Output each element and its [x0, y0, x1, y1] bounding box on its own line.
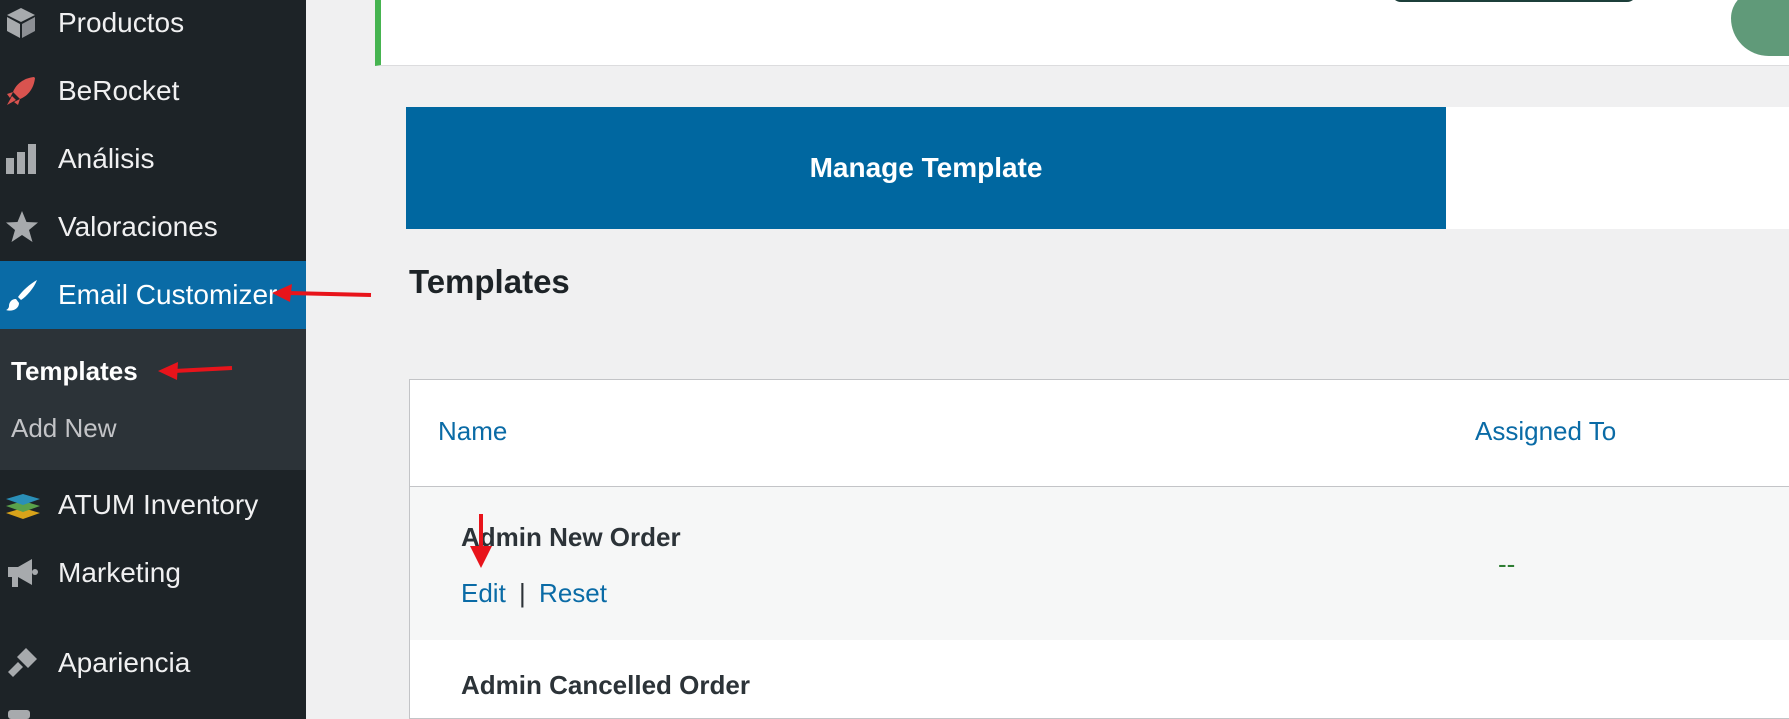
submenu-item-add-new[interactable]: Add New	[11, 413, 117, 444]
templates-table: Name Assigned To Admin New Order Edit | …	[409, 379, 1789, 719]
menu-item-label: Marketing	[58, 557, 181, 588]
edit-link[interactable]: Edit	[461, 578, 506, 608]
button-fragment[interactable]	[1391, 0, 1637, 2]
menu-item-label: ATUM Inventory	[58, 489, 259, 520]
menu-item-label: Productos	[58, 7, 185, 38]
menu-item-label: Valoraciones	[58, 211, 218, 242]
table-row: Admin New Order Edit | Reset --	[410, 487, 1789, 640]
menu-item-valoraciones[interactable]: Valoraciones	[0, 193, 306, 261]
layers-icon	[0, 471, 58, 539]
menu-item-analisis[interactable]: Análisis	[0, 125, 306, 193]
tab-area-right	[1446, 107, 1789, 229]
assigned-to-value: --	[1498, 549, 1516, 579]
top-notice-panel	[375, 0, 1789, 66]
menu-item-label: Apariencia	[58, 647, 191, 678]
star-icon	[0, 193, 58, 261]
action-separator: |	[519, 578, 526, 608]
paint-roller-icon	[0, 629, 58, 697]
column-header-assigned-to[interactable]: Assigned To	[1475, 416, 1616, 447]
email-customizer-submenu: Templates Add New	[0, 329, 306, 470]
table-row: Admin Cancelled Order	[410, 640, 1789, 718]
megaphone-icon	[0, 539, 58, 607]
rocket-icon	[0, 57, 58, 125]
tab-manage-template[interactable]: Manage Template	[406, 107, 1446, 229]
menu-item-label: BeRocket	[58, 75, 180, 106]
table-header: Name Assigned To	[410, 380, 1789, 487]
menu-item-apariencia[interactable]: Apariencia	[0, 629, 306, 697]
paintbrush-icon	[0, 261, 58, 329]
menu-item-productos[interactable]: Productos	[0, 0, 306, 57]
submenu-item-templates[interactable]: Templates	[11, 356, 138, 387]
row-actions: Edit | Reset	[461, 578, 607, 609]
next-menu-icon-fragment	[8, 710, 30, 719]
box-icon	[0, 0, 58, 57]
menu-item-email-customizer[interactable]: Email Customizer	[0, 261, 306, 329]
admin-sidebar: Productos BeRocket Análisis Valoraciones…	[0, 0, 306, 719]
reset-link[interactable]: Reset	[539, 578, 607, 608]
logo-fragment	[1731, 0, 1789, 56]
template-name: Admin New Order	[461, 522, 681, 552]
bar-chart-icon	[0, 125, 58, 193]
template-name: Admin Cancelled Order	[461, 670, 750, 700]
menu-item-berocket[interactable]: BeRocket	[0, 57, 306, 125]
menu-item-label: Email Customizer	[58, 279, 278, 310]
page-title: Templates	[409, 263, 570, 300]
menu-item-marketing[interactable]: Marketing	[0, 539, 306, 607]
column-header-name[interactable]: Name	[438, 416, 507, 447]
menu-item-atum-inventory[interactable]: ATUM Inventory	[0, 471, 306, 539]
menu-item-label: Análisis	[58, 143, 155, 174]
